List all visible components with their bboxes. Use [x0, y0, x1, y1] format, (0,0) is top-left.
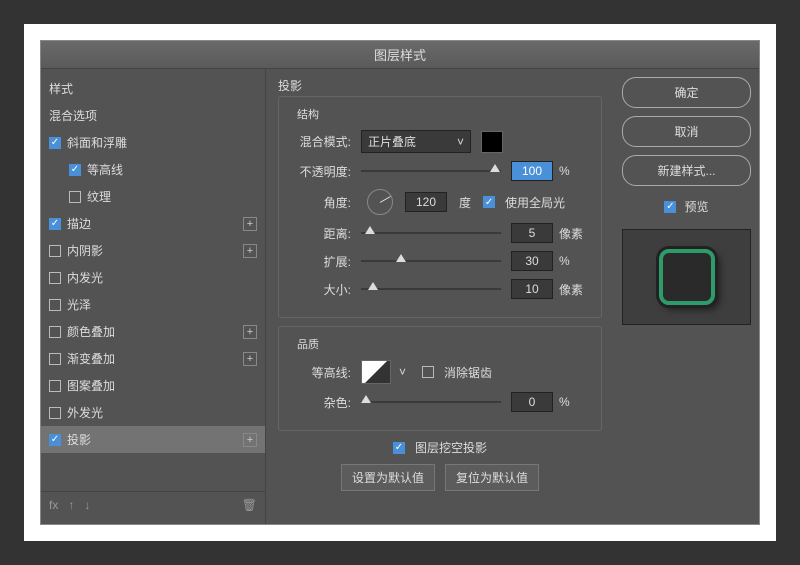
contour-picker[interactable]: [361, 360, 391, 384]
sidebar-item-6[interactable]: 光泽: [41, 291, 265, 318]
global-light-checkbox[interactable]: ✓: [483, 196, 495, 208]
sidebar-item-11[interactable]: ✓ 投影+: [41, 426, 265, 453]
add-effect-icon[interactable]: +: [243, 352, 257, 366]
add-effect-icon[interactable]: +: [243, 433, 257, 447]
preview-thumbnail: [659, 249, 715, 305]
spread-slider[interactable]: [361, 254, 501, 268]
sidebar-item-2[interactable]: 纹理: [41, 183, 265, 210]
sidebar-item-8[interactable]: 渐变叠加+: [41, 345, 265, 372]
effect-checkbox[interactable]: ✓: [69, 164, 81, 176]
settings-panel: 投影 结构 混合模式: 正片叠底˅ 不透明度: 100 % 角度: 120: [266, 69, 614, 524]
opacity-input[interactable]: 100: [511, 161, 553, 181]
preview-checkbox[interactable]: ✓: [664, 201, 676, 213]
sidebar-item-9[interactable]: 图案叠加: [41, 372, 265, 399]
effect-checkbox[interactable]: ✓: [49, 137, 61, 149]
effect-checkbox[interactable]: [49, 299, 61, 311]
sidebar-item-7[interactable]: 颜色叠加+: [41, 318, 265, 345]
effect-label: 颜色叠加: [67, 323, 243, 340]
effect-label: 光泽: [67, 296, 257, 313]
quality-group-label: 品质: [293, 336, 323, 352]
effect-label: 外发光: [67, 404, 257, 421]
size-slider[interactable]: [361, 282, 501, 296]
effect-checkbox[interactable]: [49, 380, 61, 392]
sidebar-footer: fx ↑ ↓ 🗑: [41, 491, 265, 518]
add-effect-icon[interactable]: +: [243, 217, 257, 231]
effect-label: 斜面和浮雕: [67, 134, 257, 151]
effect-checkbox[interactable]: ✓: [49, 218, 61, 230]
angle-dial[interactable]: [367, 189, 393, 215]
styles-sidebar: 样式 混合选项 ✓斜面和浮雕✓等高线纹理✓描边+内阴影+内发光光泽颜色叠加+渐变…: [41, 69, 266, 524]
effect-checkbox[interactable]: [69, 191, 81, 203]
size-input[interactable]: 10: [511, 279, 553, 299]
reset-default-button[interactable]: 复位为默认值: [445, 464, 539, 491]
move-down-icon[interactable]: ↓: [84, 498, 90, 512]
sidebar-styles[interactable]: 样式: [41, 75, 265, 102]
effect-checkbox[interactable]: [49, 353, 61, 365]
fx-menu-icon[interactable]: fx: [49, 498, 58, 512]
chevron-down-icon: ˅: [457, 135, 464, 149]
spread-input[interactable]: 30: [511, 251, 553, 271]
add-effect-icon[interactable]: +: [243, 244, 257, 258]
effect-checkbox[interactable]: [49, 407, 61, 419]
sidebar-item-1[interactable]: ✓ 等高线: [41, 156, 265, 183]
effect-label: 等高线: [87, 161, 257, 178]
effect-label: 投影: [67, 431, 243, 448]
effect-checkbox[interactable]: [49, 245, 61, 257]
effect-title: 投影: [278, 77, 602, 94]
sidebar-item-4[interactable]: 内阴影+: [41, 237, 265, 264]
move-up-icon[interactable]: ↑: [68, 498, 74, 512]
effect-checkbox[interactable]: [49, 326, 61, 338]
distance-input[interactable]: 5: [511, 223, 553, 243]
cancel-button[interactable]: 取消: [622, 116, 751, 147]
chevron-down-icon[interactable]: ˅: [399, 365, 406, 379]
layer-style-dialog: 图层样式 样式 混合选项 ✓斜面和浮雕✓等高线纹理✓描边+内阴影+内发光光泽颜色…: [40, 40, 760, 525]
structure-group-label: 结构: [293, 106, 323, 122]
effect-label: 描边: [67, 215, 243, 232]
new-style-button[interactable]: 新建样式...: [622, 155, 751, 186]
actions-panel: 确定 取消 新建样式... ✓ 预览: [614, 69, 759, 524]
sidebar-item-0[interactable]: ✓ 斜面和浮雕: [41, 129, 265, 156]
preview-box: [622, 229, 751, 325]
shadow-color-swatch[interactable]: [481, 131, 503, 153]
ok-button[interactable]: 确定: [622, 77, 751, 108]
trash-icon[interactable]: 🗑: [242, 498, 257, 512]
sidebar-item-5[interactable]: 内发光: [41, 264, 265, 291]
sidebar-blending[interactable]: 混合选项: [41, 102, 265, 129]
knockout-checkbox[interactable]: ✓: [393, 442, 405, 454]
blend-mode-select[interactable]: 正片叠底˅: [361, 130, 471, 153]
effect-checkbox[interactable]: [49, 272, 61, 284]
opacity-slider[interactable]: [361, 164, 501, 178]
distance-slider[interactable]: [361, 226, 501, 240]
make-default-button[interactable]: 设置为默认值: [341, 464, 435, 491]
sidebar-item-3[interactable]: ✓ 描边+: [41, 210, 265, 237]
effect-checkbox[interactable]: ✓: [49, 434, 61, 446]
antialias-checkbox[interactable]: [422, 366, 434, 378]
dialog-title: 图层样式: [41, 41, 759, 69]
effect-label: 内发光: [67, 269, 257, 286]
noise-input[interactable]: 0: [511, 392, 553, 412]
effect-label: 图案叠加: [67, 377, 257, 394]
effect-label: 纹理: [87, 188, 257, 205]
noise-slider[interactable]: [361, 395, 501, 409]
angle-input[interactable]: 120: [405, 192, 447, 212]
sidebar-item-10[interactable]: 外发光: [41, 399, 265, 426]
effect-label: 内阴影: [67, 242, 243, 259]
add-effect-icon[interactable]: +: [243, 325, 257, 339]
effect-label: 渐变叠加: [67, 350, 243, 367]
